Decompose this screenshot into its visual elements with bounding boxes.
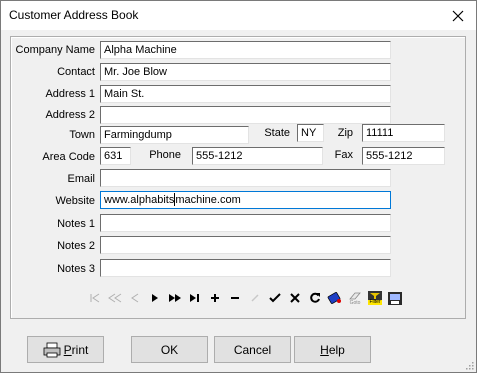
notes2-label: Notes 2 bbox=[57, 240, 95, 252]
prior-record-icon bbox=[131, 293, 139, 303]
insert-button[interactable] bbox=[205, 290, 225, 306]
address1-field[interactable]: Main St. bbox=[100, 85, 391, 103]
address1-label: Address 1 bbox=[45, 88, 95, 100]
cancel-edit-button[interactable] bbox=[285, 290, 305, 306]
zip-field[interactable]: 11111 bbox=[362, 124, 445, 142]
prior-record-button[interactable] bbox=[125, 290, 145, 306]
first-record-icon bbox=[90, 293, 100, 303]
company-name-label: Company Name bbox=[15, 44, 95, 56]
phone-field[interactable]: 555-1212 bbox=[192, 147, 323, 165]
website-label: Website bbox=[55, 195, 95, 207]
zip-label: Zip bbox=[337, 127, 353, 139]
email-label: Email bbox=[67, 173, 95, 185]
refresh-button[interactable] bbox=[305, 290, 325, 306]
edit-button[interactable] bbox=[245, 290, 265, 306]
ok-button[interactable]: OK bbox=[131, 336, 208, 363]
prior-page-button[interactable] bbox=[105, 290, 125, 306]
address2-field[interactable] bbox=[100, 106, 391, 124]
next-page-button[interactable] bbox=[165, 290, 185, 306]
goto-icon bbox=[349, 292, 361, 299]
help-button[interactable]: Help bbox=[294, 336, 371, 363]
filter-button[interactable]: Filter bbox=[365, 290, 385, 306]
close-button[interactable] bbox=[440, 1, 476, 30]
goto-label: Goto bbox=[349, 299, 361, 306]
state-field[interactable]: NY bbox=[297, 124, 324, 142]
first-record-button[interactable] bbox=[85, 290, 105, 306]
website-field[interactable]: www.alphabitsmachine.com bbox=[100, 191, 391, 209]
fax-field[interactable]: 555-1212 bbox=[362, 147, 445, 165]
town-field[interactable]: Farmingdump bbox=[100, 126, 249, 144]
print-preview-icon bbox=[388, 291, 402, 305]
resize-grip-icon[interactable] bbox=[464, 360, 474, 370]
refresh-icon bbox=[310, 292, 320, 303]
delete-icon bbox=[231, 297, 239, 299]
address2-label: Address 2 bbox=[45, 109, 95, 121]
print-preview-button[interactable] bbox=[385, 290, 405, 306]
printer-icon bbox=[43, 342, 61, 357]
town-label: Town bbox=[69, 129, 95, 141]
cancel-edit-icon bbox=[290, 293, 300, 303]
cancel-button[interactable]: Cancel bbox=[214, 336, 291, 363]
print-button[interactable]: Print bbox=[27, 336, 104, 363]
help-button-label: Help bbox=[320, 342, 345, 357]
record-navigator: Goto Filter bbox=[85, 290, 405, 306]
goto-button[interactable]: Goto bbox=[345, 290, 365, 306]
insert-icon bbox=[211, 294, 219, 302]
post-button[interactable] bbox=[265, 290, 285, 306]
notes3-label: Notes 3 bbox=[57, 263, 95, 275]
notes3-field[interactable] bbox=[100, 259, 391, 277]
prior-page-icon bbox=[108, 293, 122, 303]
notes1-field[interactable] bbox=[100, 214, 391, 232]
filter-label: Filter bbox=[368, 299, 382, 305]
close-icon bbox=[452, 10, 464, 21]
area-code-label: Area Code bbox=[42, 151, 95, 163]
window-title: Customer Address Book bbox=[9, 8, 139, 22]
next-record-button[interactable] bbox=[145, 290, 165, 306]
phone-label: Phone bbox=[149, 149, 181, 161]
website-text-after-caret: machine.com bbox=[175, 194, 241, 206]
dialog-window: Customer Address Book Company Name Alpha… bbox=[0, 0, 477, 373]
last-record-button[interactable] bbox=[185, 290, 205, 306]
edit-icon bbox=[251, 294, 259, 302]
last-record-icon bbox=[190, 294, 199, 302]
website-text-before-caret: www.alphabits bbox=[104, 194, 175, 206]
company-name-field[interactable]: Alpha Machine bbox=[100, 41, 391, 59]
contact-field[interactable]: Mr. Joe Blow bbox=[100, 63, 391, 81]
area-code-field[interactable]: 631 bbox=[100, 147, 131, 165]
print-button-label: Print bbox=[63, 342, 89, 357]
post-icon bbox=[269, 293, 281, 303]
next-record-icon bbox=[152, 294, 158, 302]
search-button[interactable] bbox=[325, 290, 345, 306]
notes1-label: Notes 1 bbox=[57, 218, 95, 230]
fax-label: Fax bbox=[334, 149, 353, 161]
next-page-icon bbox=[169, 294, 181, 302]
delete-button[interactable] bbox=[225, 290, 245, 306]
notes2-field[interactable] bbox=[100, 236, 391, 254]
title-bar[interactable]: Customer Address Book bbox=[1, 1, 476, 30]
email-field[interactable] bbox=[100, 169, 391, 187]
state-label: State bbox=[264, 127, 290, 139]
contact-label: Contact bbox=[57, 66, 95, 78]
search-icon bbox=[327, 292, 341, 304]
